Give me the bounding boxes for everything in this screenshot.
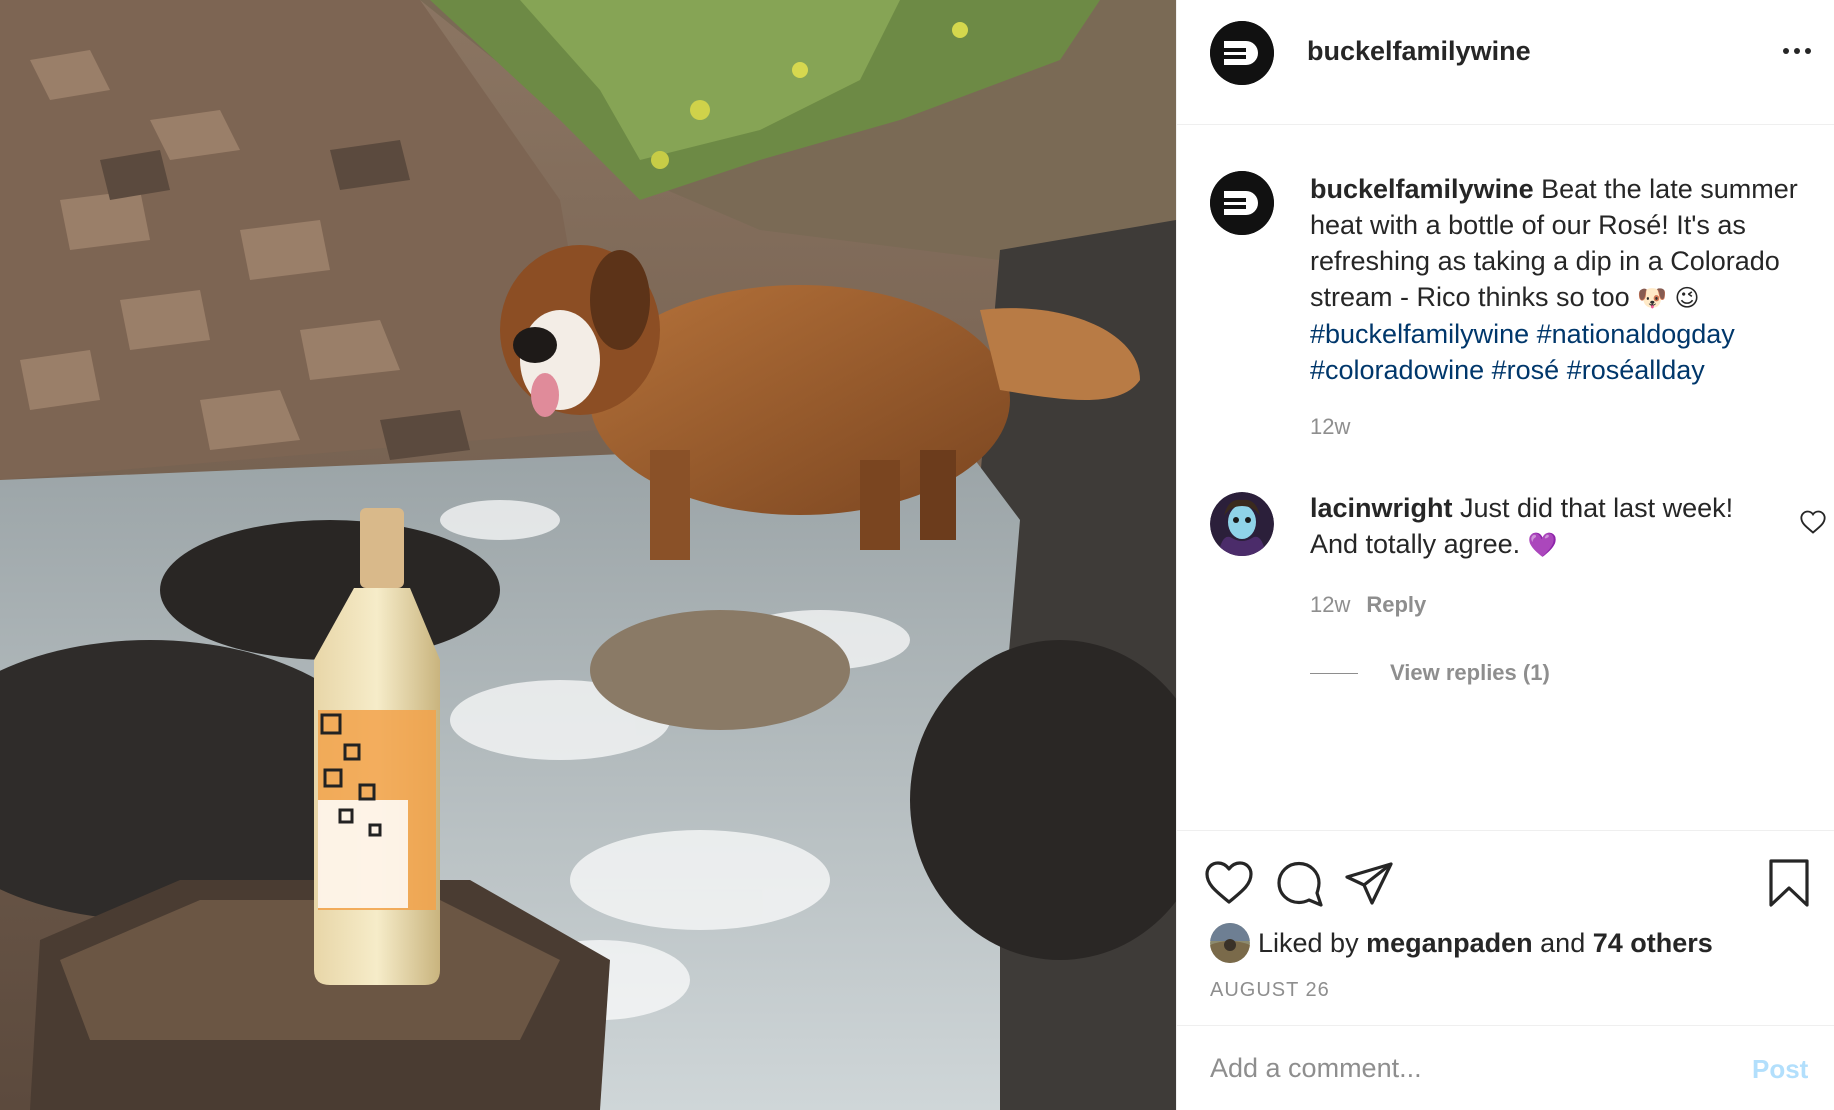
- likes-others[interactable]: 74 others: [1593, 928, 1713, 959]
- dog-in-stream-photo: [0, 0, 1176, 1110]
- likes-summary[interactable]: Liked by meganpaden and 74 others: [1210, 923, 1713, 963]
- more-icon[interactable]: [1777, 36, 1817, 66]
- post-comment-button[interactable]: Post: [1752, 1054, 1808, 1085]
- heart-icon[interactable]: [1201, 855, 1257, 911]
- post-sidebar: buckelfamilywine buckelfamilywine Beat t…: [1176, 0, 1834, 1110]
- bookmark-icon[interactable]: [1761, 855, 1817, 911]
- buckel-logo-icon: [1210, 21, 1274, 85]
- author-avatar[interactable]: [1210, 21, 1274, 85]
- comment-username[interactable]: lacinwright: [1310, 493, 1453, 523]
- add-comment-bar: Post: [1177, 1025, 1834, 1110]
- liked-by-user[interactable]: meganpaden: [1366, 928, 1533, 959]
- comment-input[interactable]: [1210, 1048, 1710, 1088]
- reply-button[interactable]: Reply: [1366, 592, 1426, 617]
- post-photo[interactable]: [0, 0, 1176, 1110]
- author-username[interactable]: buckelfamilywine: [1307, 36, 1531, 67]
- replies-divider-line: [1310, 672, 1358, 674]
- instagram-post: buckelfamilywine buckelfamilywine Beat t…: [0, 0, 1834, 1110]
- buckel-logo-icon: [1210, 171, 1274, 235]
- post-date: AUGUST 26: [1210, 979, 1330, 1001]
- caption-author-avatar[interactable]: [1210, 171, 1274, 235]
- caption-username[interactable]: buckelfamilywine: [1310, 174, 1534, 204]
- post-actions: Liked by meganpaden and 74 others AUGUST…: [1177, 830, 1834, 1025]
- caption-text: buckelfamilywine Beat the late summer he…: [1310, 171, 1820, 388]
- comment-icon[interactable]: [1271, 855, 1327, 911]
- view-replies-label: View replies (1): [1390, 660, 1550, 685]
- hashtag-link[interactable]: #rosé: [1492, 355, 1560, 385]
- share-icon[interactable]: [1341, 855, 1397, 911]
- commenter-photo: [1210, 492, 1274, 556]
- post-header: buckelfamilywine: [1177, 0, 1834, 125]
- caption-timestamp: 12w: [1310, 414, 1351, 439]
- commenter-avatar[interactable]: [1210, 492, 1274, 556]
- wink-emoji: 😉: [1674, 284, 1700, 312]
- view-replies-button[interactable]: View replies (1): [1310, 660, 1550, 686]
- purple-heart-emoji: 💜: [1527, 531, 1558, 559]
- comment-like-heart-icon[interactable]: [1799, 508, 1827, 536]
- comment-timestamp: 12w: [1310, 592, 1351, 617]
- liker-photo: [1210, 923, 1250, 963]
- likes-middle: and: [1540, 927, 1586, 958]
- comment-meta: 12w Reply: [1310, 592, 1426, 618]
- liker-avatar[interactable]: [1210, 923, 1250, 963]
- likes-prefix: Liked by: [1258, 927, 1359, 958]
- comment-text: lacinwright Just did that last week! And…: [1310, 490, 1770, 563]
- dog-emoji: 🐶: [1637, 284, 1668, 312]
- hashtag-link[interactable]: #roséallday: [1567, 355, 1705, 385]
- hashtag-link[interactable]: #coloradowine: [1310, 355, 1484, 385]
- hashtag-link[interactable]: #buckelfamilywine: [1310, 319, 1529, 349]
- hashtag-link[interactable]: #nationaldogday: [1537, 319, 1735, 349]
